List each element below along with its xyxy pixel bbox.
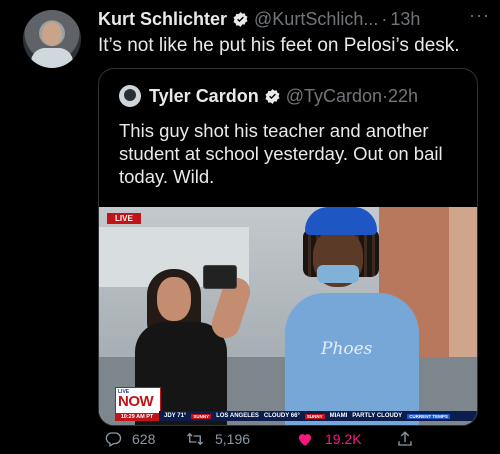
quoted-author-handle: @TyCardon	[285, 85, 382, 106]
live-tag: LIVE	[107, 213, 141, 224]
reply-icon	[105, 432, 122, 447]
tweet-header: Kurt Schlichter @KurtSchlich... · 13h ··…	[98, 5, 490, 30]
share-icon	[398, 431, 412, 446]
live-now-badge: LIVE NOW	[115, 387, 161, 415]
ticker-item: CURRENT TEMPS	[407, 413, 450, 419]
share-button[interactable]	[396, 430, 424, 448]
quoted-tweet-timestamp: 22h	[388, 85, 419, 106]
quoted-tweet-header: Tyler Cardon @TyCardon · 22h	[119, 85, 418, 107]
ticker-item: MIAMI	[329, 413, 348, 419]
like-count: 19.2K	[325, 431, 362, 447]
more-options-icon[interactable]: ···	[469, 5, 490, 26]
author-avatar[interactable]	[23, 10, 81, 68]
tweet-actions-bar: 628 5,196 19.2K	[98, 426, 493, 454]
ticker-item: CLOUDY 66°	[263, 413, 300, 419]
broadcast-clock: 10:29 AM PT	[115, 413, 159, 421]
verified-badge-icon	[264, 88, 281, 105]
reply-button[interactable]: 628	[104, 430, 155, 448]
heart-icon	[299, 434, 311, 446]
tweet-text: It’s not like he put his feet on Pelosi’…	[98, 35, 460, 56]
verified-badge-icon	[232, 11, 249, 28]
quoted-author-name: Tyler Cardon	[149, 85, 259, 106]
phone-camera	[203, 265, 237, 289]
avatar-face	[42, 22, 62, 46]
ticker-item: SUNNY	[191, 413, 212, 419]
separator-dot: ·	[381, 8, 388, 29]
ticker-item: LOS ANGELES	[216, 413, 259, 419]
retweet-count: 5,196	[215, 431, 251, 447]
shirt-graphic: Phoes	[321, 339, 373, 359]
weather-ticker: JDY 71° SUNNY LOS ANGELES CLOUDY 66° SUN…	[159, 411, 477, 421]
tweet-timestamp[interactable]: 13h	[390, 9, 420, 30]
author-handle[interactable]: @KurtSchlich...	[254, 9, 378, 30]
avatar-shirt	[31, 48, 73, 68]
retweet-icon	[187, 432, 203, 446]
quoted-tweet-text: This guy shot his teacher and another st…	[119, 120, 443, 187]
quoted-author-avatar	[119, 85, 141, 107]
ticker-item: SUNNY	[304, 413, 325, 419]
ticker-item: PARTLY CLOUDY	[352, 413, 403, 419]
like-button[interactable]: 19.2K	[295, 430, 362, 448]
reply-count: 628	[132, 431, 156, 447]
student-face-mask	[317, 265, 359, 283]
ticker-item: JDY 71°	[164, 413, 187, 419]
student-body	[285, 293, 419, 425]
now-label: NOW	[118, 393, 154, 410]
quoted-tweet-card[interactable]: Tyler Cardon @TyCardon · 22h This guy sh…	[98, 68, 478, 426]
student-hat	[305, 207, 377, 235]
author-name[interactable]: Kurt Schlichter	[98, 9, 227, 30]
video-player[interactable]: LIVE Phoes LIVE NOW 10:29 AM PT JDY 71° …	[99, 207, 477, 425]
reporter-face	[157, 277, 191, 321]
retweet-button[interactable]: 5,196	[185, 430, 250, 448]
